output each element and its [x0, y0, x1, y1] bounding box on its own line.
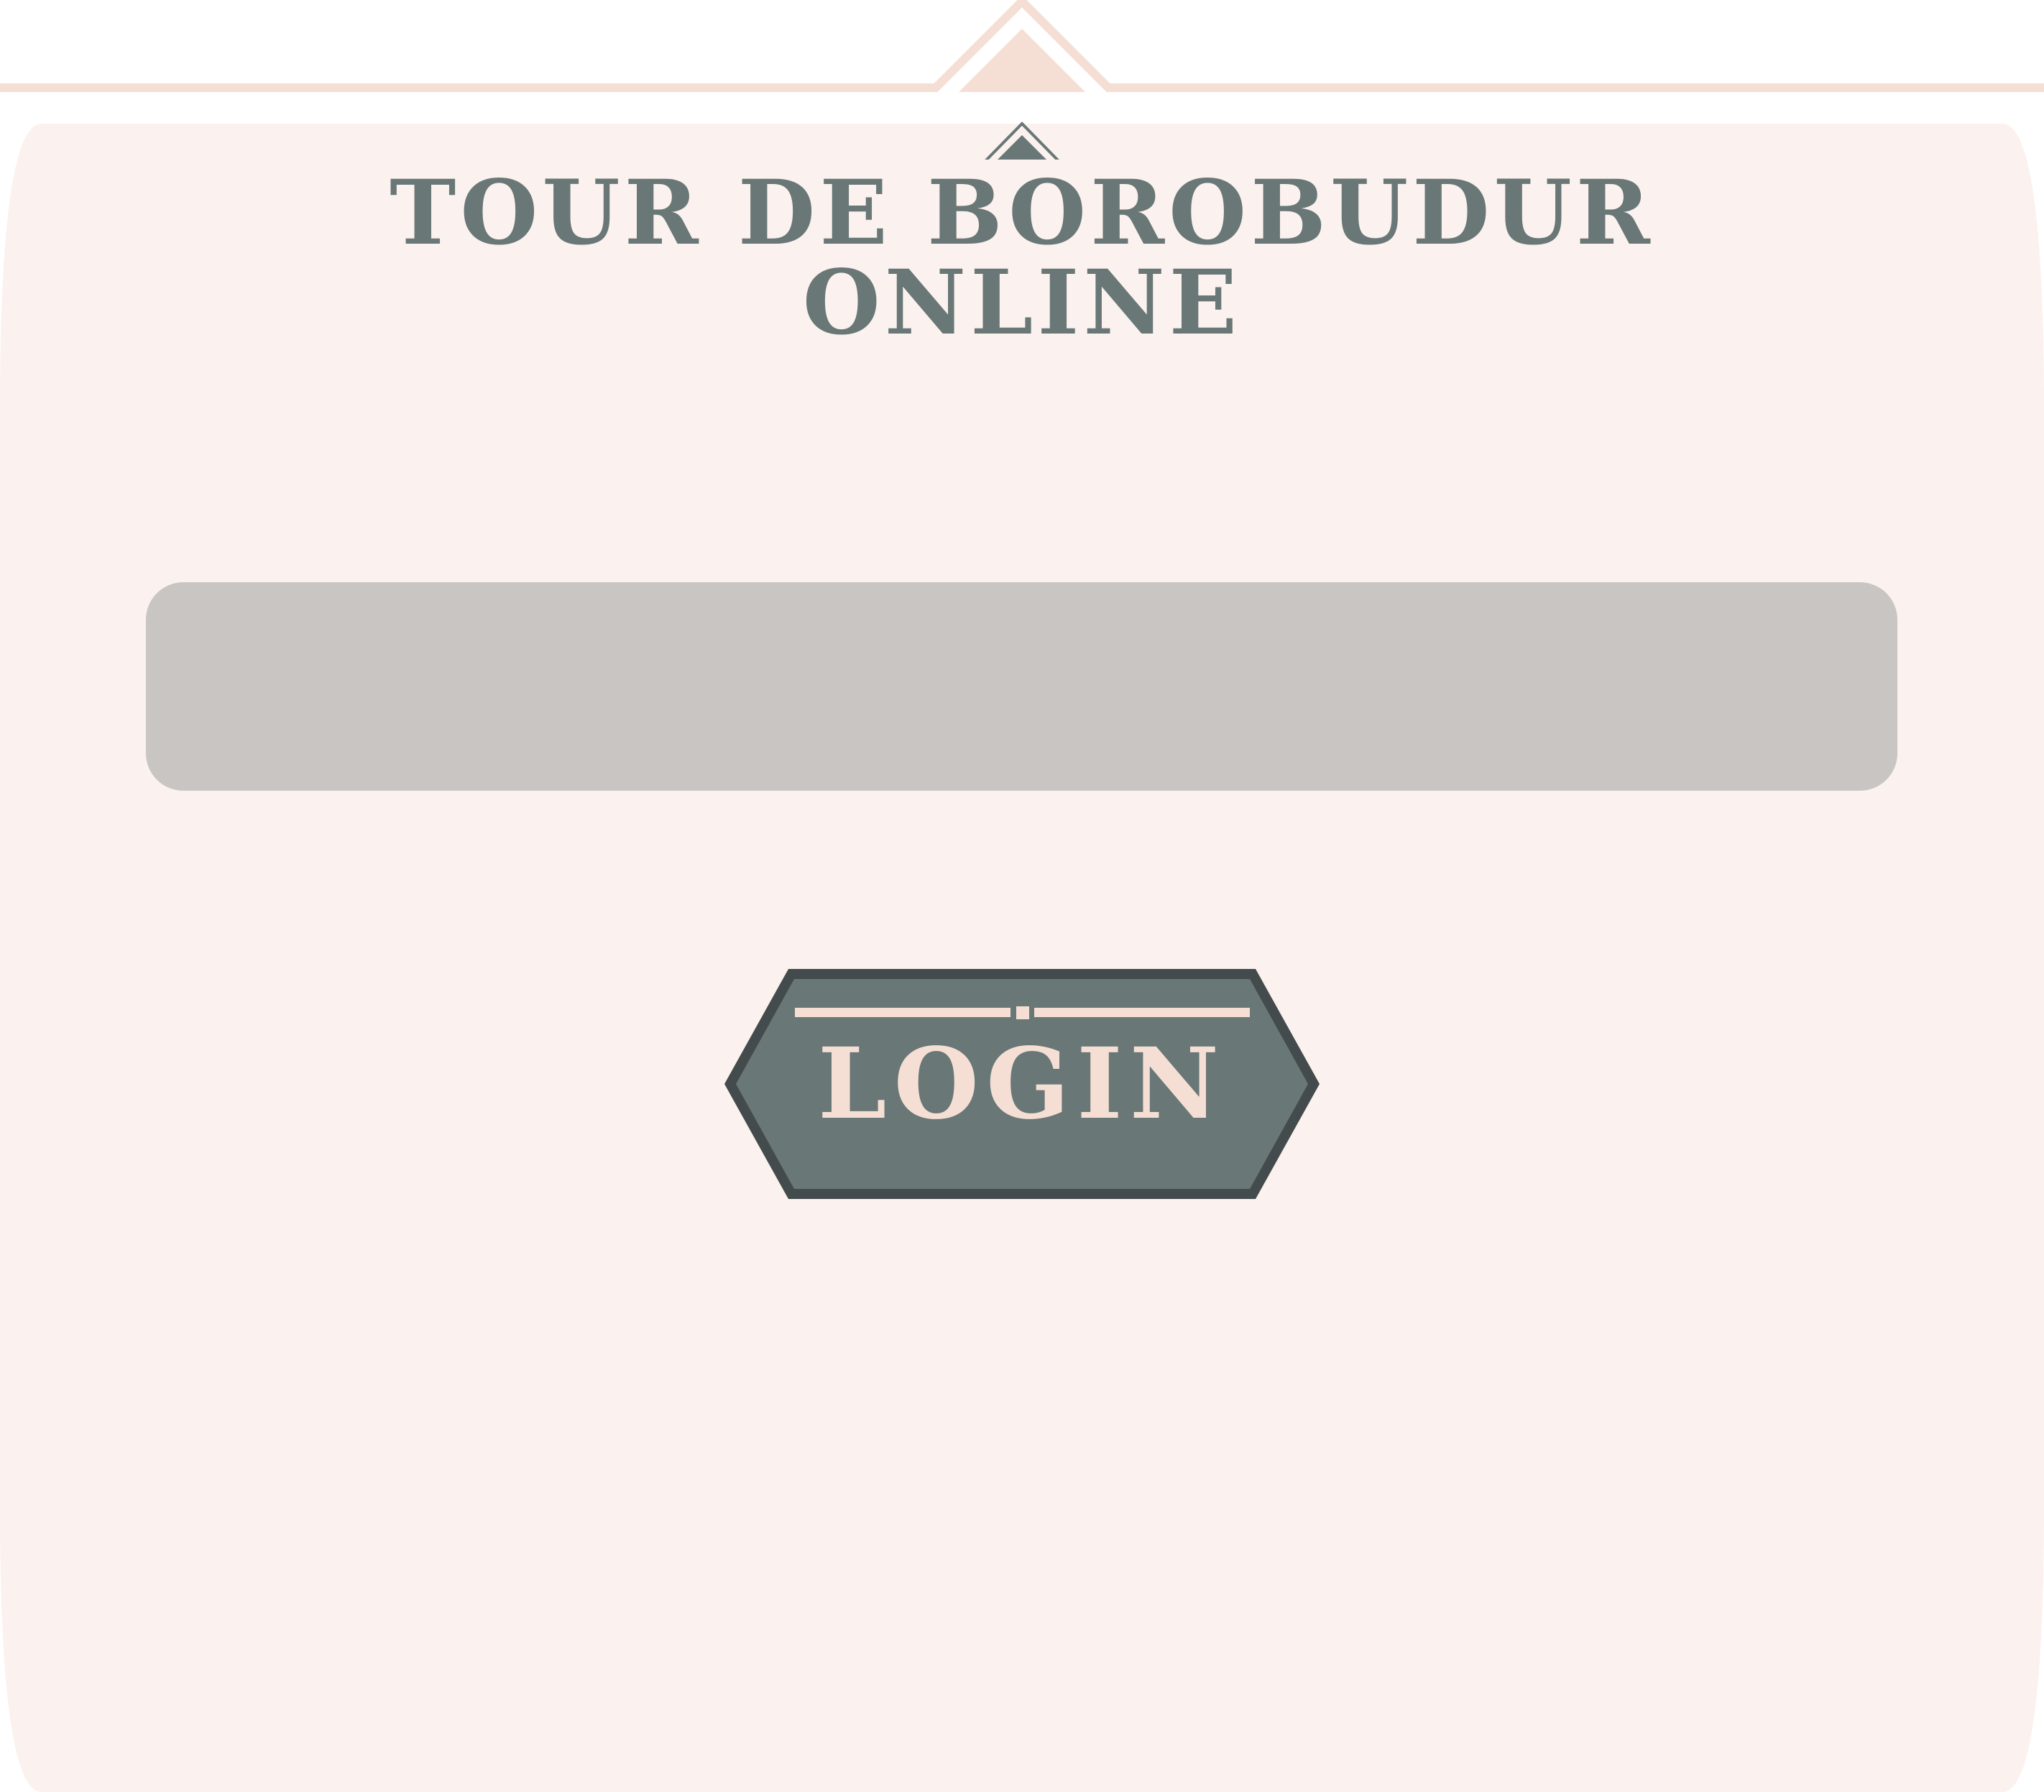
login-button-label: LOGIN: [817, 1026, 1227, 1141]
login-button[interactable]: LOGIN: [719, 963, 1325, 1205]
login-panel: [0, 124, 2044, 1792]
page-title-line-1: TOUR DE BOROBUDUR: [390, 161, 1654, 265]
page-title-line-2: ONLINE: [802, 251, 1242, 355]
panel-background: [0, 124, 2044, 1792]
login-input[interactable]: [146, 582, 1897, 791]
header-roof-ornament: [0, 0, 2044, 92]
title-roof-ornament: [597, 121, 1446, 160]
